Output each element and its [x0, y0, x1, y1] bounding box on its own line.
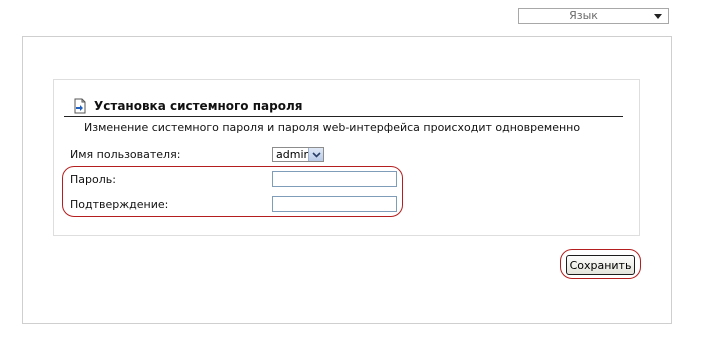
title-divider [64, 116, 623, 117]
document-arrow-icon [73, 98, 87, 114]
username-label: Имя пользователя: [70, 148, 181, 161]
dropdown-button[interactable] [308, 148, 323, 161]
password-fields-highlight [62, 166, 403, 217]
chevron-down-icon [654, 14, 662, 19]
username-select-value: admin [276, 148, 311, 161]
section-description: Изменение системного пароля и пароля web… [84, 121, 581, 134]
chevron-down-icon [311, 151, 321, 158]
language-select[interactable]: Язык [518, 8, 669, 24]
section-title-text: Установка системного пароля [94, 99, 303, 113]
save-button[interactable]: Сохранить [566, 255, 635, 275]
section-title: Установка системного пароля [73, 97, 302, 115]
language-select-value: Язык [569, 9, 598, 22]
username-select[interactable]: admin [272, 147, 324, 162]
